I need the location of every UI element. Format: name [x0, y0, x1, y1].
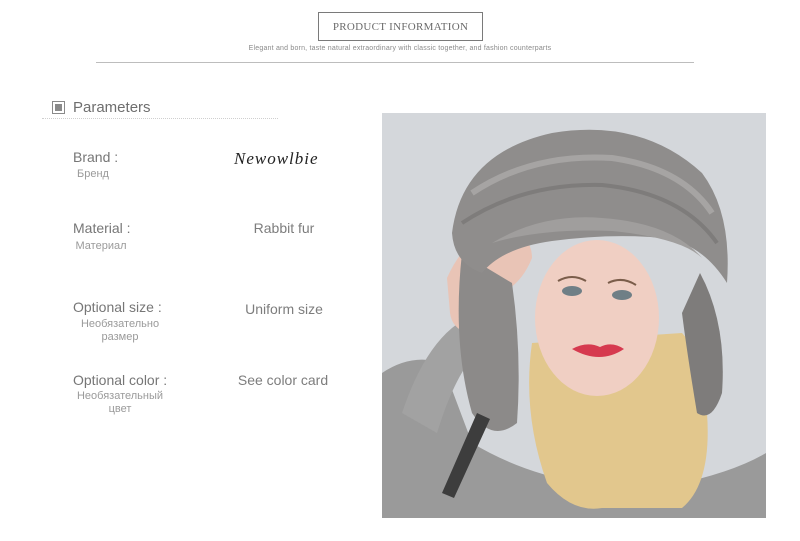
material-label: Material :: [73, 220, 131, 236]
parameters-divider: [42, 118, 278, 119]
optional-size-sub-label: Необязательно размер: [80, 318, 160, 343]
header-divider: [96, 62, 694, 63]
square-bullet-icon: [52, 101, 65, 114]
material-sub-label: Материал: [75, 240, 127, 252]
optional-size-label: Optional size :: [73, 299, 162, 315]
optional-color-sub-label: Необязательный цвет: [76, 390, 164, 415]
optional-color-value: See color card: [237, 372, 329, 388]
optional-size-value: Uniform size: [245, 301, 323, 317]
tagline: Elegant and born, taste natural extraord…: [248, 45, 552, 52]
brand-label: Brand :: [73, 149, 119, 165]
brand-sub-label: Бренд: [77, 168, 109, 180]
material-value: Rabbit fur: [253, 220, 315, 236]
product-photo: [382, 113, 766, 518]
brand-value: Newowlbie: [234, 149, 319, 168]
product-information-heading: PRODUCT INFORMATION: [318, 12, 483, 41]
optional-color-label: Optional color :: [73, 372, 168, 388]
parameters-title: Parameters: [73, 99, 151, 116]
model-in-fur-hat-illustration: [382, 113, 766, 518]
